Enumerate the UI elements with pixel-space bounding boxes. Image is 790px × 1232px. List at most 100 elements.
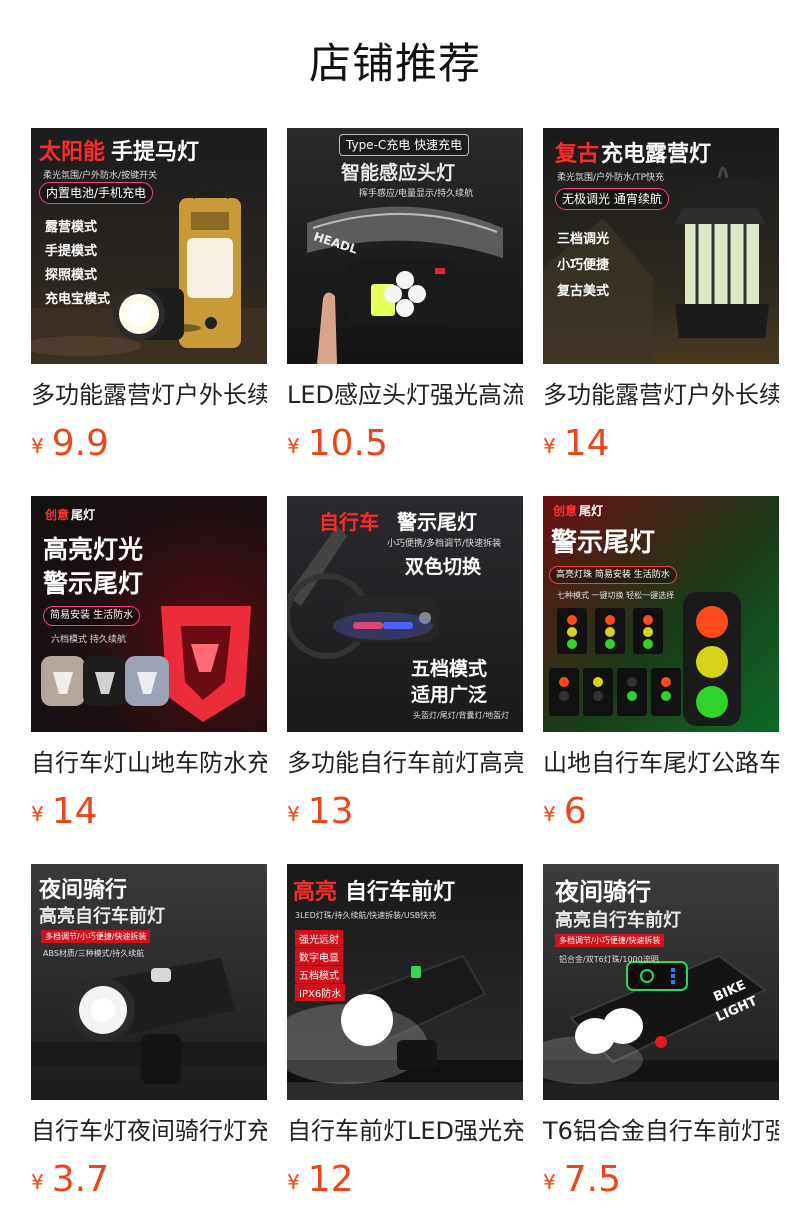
image-tag-red: 创意 — [45, 508, 70, 522]
image-badge: Type-C充电 快速充电 — [339, 134, 470, 156]
product-name[interactable]: 多功能自行车前灯高亮 — [287, 746, 523, 780]
product-card[interactable]: 夜间骑行 高亮自行车前灯 多档调节/小巧便捷/快速拆装 铝合金/双T6灯珠/10… — [543, 864, 779, 1232]
image-feature: 小巧便捷 — [557, 258, 610, 273]
product-card[interactable]: 复古 充电露营灯 柔光氛围/户外防水/TP快充 无极调光 通宵续航 三档调光 小… — [543, 128, 779, 496]
product-image[interactable]: 自行车 警示尾灯 小巧便携/多档调节/快速拆装 双色切换 五档模式 适用广泛 头… — [287, 496, 523, 732]
image-feature: 探照模式 — [45, 268, 98, 283]
product-card[interactable]: 夜间骑行 高亮自行车前灯 多档调节/小巧便捷/快速拆装 ABS材质/三种模式/持… — [31, 864, 267, 1232]
price-value: 12 — [307, 1159, 354, 1200]
price-value: 14 — [51, 791, 98, 832]
image-headline: 高亮自行车前灯 — [555, 910, 681, 931]
product-name[interactable]: 多功能露营灯户外长续航 — [543, 378, 779, 412]
image-subtitle: 六档模式 持久续航 — [51, 635, 126, 645]
image-headline: 警示尾灯 — [43, 569, 144, 598]
product-price: ¥3.7 — [31, 1158, 267, 1202]
currency-symbol: ¥ — [287, 1170, 300, 1194]
image-badge: 内置电池/手机充电 — [39, 182, 154, 204]
currency-symbol: ¥ — [31, 434, 44, 458]
product-name[interactable]: 多功能露营灯户外长续航 — [31, 378, 267, 412]
product-price: ¥14 — [31, 790, 267, 834]
product-name[interactable]: 自行车灯山地车防水充电 — [31, 746, 267, 780]
price-value: 14 — [563, 423, 610, 464]
image-headline: 警示尾灯 — [551, 528, 656, 558]
store-recommendations-page: 店铺推荐 太阳能 手提马灯 柔光氛围/户外防水/按键开关 内置电池/手机充电 露… — [0, 0, 790, 1232]
image-badge: 无极调光 通宵续航 — [555, 188, 669, 210]
currency-symbol: ¥ — [543, 434, 556, 458]
image-badge: 高亮灯珠 简易安装 生活防水 — [549, 566, 677, 584]
image-feature: 露营模式 — [45, 220, 98, 235]
product-name[interactable]: T6铝合金自行车前灯强光 — [543, 1114, 779, 1148]
currency-symbol: ¥ — [287, 802, 300, 826]
image-subtitle: 柔光氛围/户外防水/TP快充 — [557, 173, 664, 183]
price-value: 6 — [563, 791, 587, 832]
price-value: 9.9 — [51, 423, 109, 464]
image-tag: 强光远射 — [295, 930, 343, 947]
product-price: ¥6 — [543, 790, 779, 834]
product-price: ¥14 — [543, 422, 779, 466]
product-image[interactable]: 夜间骑行 高亮自行车前灯 多档调节/小巧便捷/快速拆装 铝合金/双T6灯珠/10… — [543, 864, 779, 1100]
image-footer: 头盔灯/尾灯/背囊灯/地盔灯 — [413, 711, 510, 720]
product-price: ¥7.5 — [543, 1158, 779, 1202]
currency-symbol: ¥ — [31, 802, 44, 826]
image-headline: 警示尾灯 — [397, 510, 477, 534]
image-tag: 五档模式 — [295, 966, 343, 983]
currency-symbol: ¥ — [287, 434, 300, 458]
product-name[interactable]: 自行车前灯LED强光充电 — [287, 1114, 523, 1148]
image-headline-red: 复古 — [555, 142, 600, 167]
product-card[interactable]: 太阳能 手提马灯 柔光氛围/户外防水/按键开关 内置电池/手机充电 露营模式 手… — [31, 128, 267, 496]
product-image[interactable]: 夜间骑行 高亮自行车前灯 多档调节/小巧便捷/快速拆装 ABS材质/三种模式/持… — [31, 864, 267, 1100]
image-subtitle: ABS材质/三种模式/持久续航 — [43, 949, 145, 958]
image-feature: 充电宝模式 — [45, 292, 111, 307]
product-image[interactable]: 复古 充电露营灯 柔光氛围/户外防水/TP快充 无极调光 通宵续航 三档调光 小… — [543, 128, 779, 364]
image-subtitle: 小巧便携/多档调节/快速拆装 — [387, 539, 502, 549]
product-image[interactable]: Type-C充电 快速充电 智能感应头灯 挥手感应/电量显示/持久续航 HEAD… — [287, 128, 523, 364]
product-price: ¥12 — [287, 1158, 523, 1202]
product-name[interactable]: 自行车灯夜间骑行灯充电 — [31, 1114, 267, 1148]
product-price: ¥13 — [287, 790, 523, 834]
section-title: 店铺推荐 — [308, 39, 481, 88]
currency-symbol: ¥ — [31, 1170, 44, 1194]
image-headline-red: 自行车 — [319, 510, 379, 534]
image-headline-red: 高亮 — [293, 880, 338, 905]
product-card[interactable]: 自行车 警示尾灯 小巧便携/多档调节/快速拆装 双色切换 五档模式 适用广泛 头… — [287, 496, 523, 864]
image-headline: 双色切换 — [405, 556, 482, 578]
image-subtitle: 铝合金/双T6灯珠/1000流明 — [559, 955, 659, 964]
product-image[interactable]: 高亮 自行车前灯 3LED灯珠/持久续航/快速拆装/USB快充 强光远射 数字电… — [287, 864, 523, 1100]
image-tag: 多档调节/小巧便捷/快速拆装 — [555, 934, 665, 947]
product-card[interactable]: Type-C充电 快速充电 智能感应头灯 挥手感应/电量显示/持久续航 HEAD… — [287, 128, 523, 496]
image-tag: 数字电显 — [295, 948, 343, 965]
image-tag: 尾灯 — [71, 508, 96, 522]
image-headline: 手提马灯 — [111, 140, 200, 165]
image-headline: 充电露营灯 — [601, 142, 712, 167]
product-image[interactable]: 创意 尾灯 警示尾灯 高亮灯珠 简易安装 生活防水 七种模式 一键切换 轻松一键… — [543, 496, 779, 732]
image-tag: IPX6防水 — [295, 984, 346, 1001]
product-name[interactable]: LED感应头灯强光高流明 — [287, 378, 523, 412]
product-price: ¥9.9 — [31, 422, 267, 466]
price-value: 13 — [307, 791, 354, 832]
product-grid: 太阳能 手提马灯 柔光氛围/户外防水/按键开关 内置电池/手机充电 露营模式 手… — [31, 128, 779, 1232]
image-headline: 适用广泛 — [411, 684, 488, 706]
image-tag: 多档调节/小巧便捷/快速拆装 — [41, 930, 151, 943]
product-card[interactable]: 创意 尾灯 高亮灯光 警示尾灯 简易安装 生活防水 六档模式 持久续航 自行车灯… — [31, 496, 267, 864]
image-headline: 高亮灯光 — [43, 535, 144, 564]
currency-symbol: ¥ — [543, 1170, 556, 1194]
image-headline: 高亮自行车前灯 — [39, 906, 165, 927]
image-subtitle: 柔光氛围/户外防水/按键开关 — [43, 171, 158, 181]
price-value: 7.5 — [563, 1159, 621, 1200]
image-tag-red: 创意 — [553, 504, 578, 518]
image-badge: 简易安装 生活防水 — [43, 606, 141, 626]
image-headline: 自行车前灯 — [345, 880, 456, 905]
image-subtitle: 3LED灯珠/持久续航/快速拆装/USB快充 — [295, 911, 437, 920]
product-card[interactable]: 创意 尾灯 警示尾灯 高亮灯珠 简易安装 生活防水 七种模式 一键切换 轻松一键… — [543, 496, 779, 864]
image-tag: 尾灯 — [579, 504, 604, 518]
product-price: ¥10.5 — [287, 422, 523, 466]
product-image[interactable]: 创意 尾灯 高亮灯光 警示尾灯 简易安装 生活防水 六档模式 持久续航 — [31, 496, 267, 732]
image-subtitle: 七种模式 一键切换 轻松一键选择 — [557, 591, 675, 600]
product-image[interactable]: 太阳能 手提马灯 柔光氛围/户外防水/按键开关 内置电池/手机充电 露营模式 手… — [31, 128, 267, 364]
image-headline-red: 太阳能 — [39, 140, 106, 165]
price-value: 10.5 — [307, 423, 388, 464]
product-card[interactable]: 高亮 自行车前灯 3LED灯珠/持久续航/快速拆装/USB快充 强光远射 数字电… — [287, 864, 523, 1232]
image-feature: 手提模式 — [45, 244, 98, 259]
image-headline: 五档模式 — [411, 658, 488, 680]
product-name[interactable]: 山地自行车尾灯公路车 — [543, 746, 779, 780]
